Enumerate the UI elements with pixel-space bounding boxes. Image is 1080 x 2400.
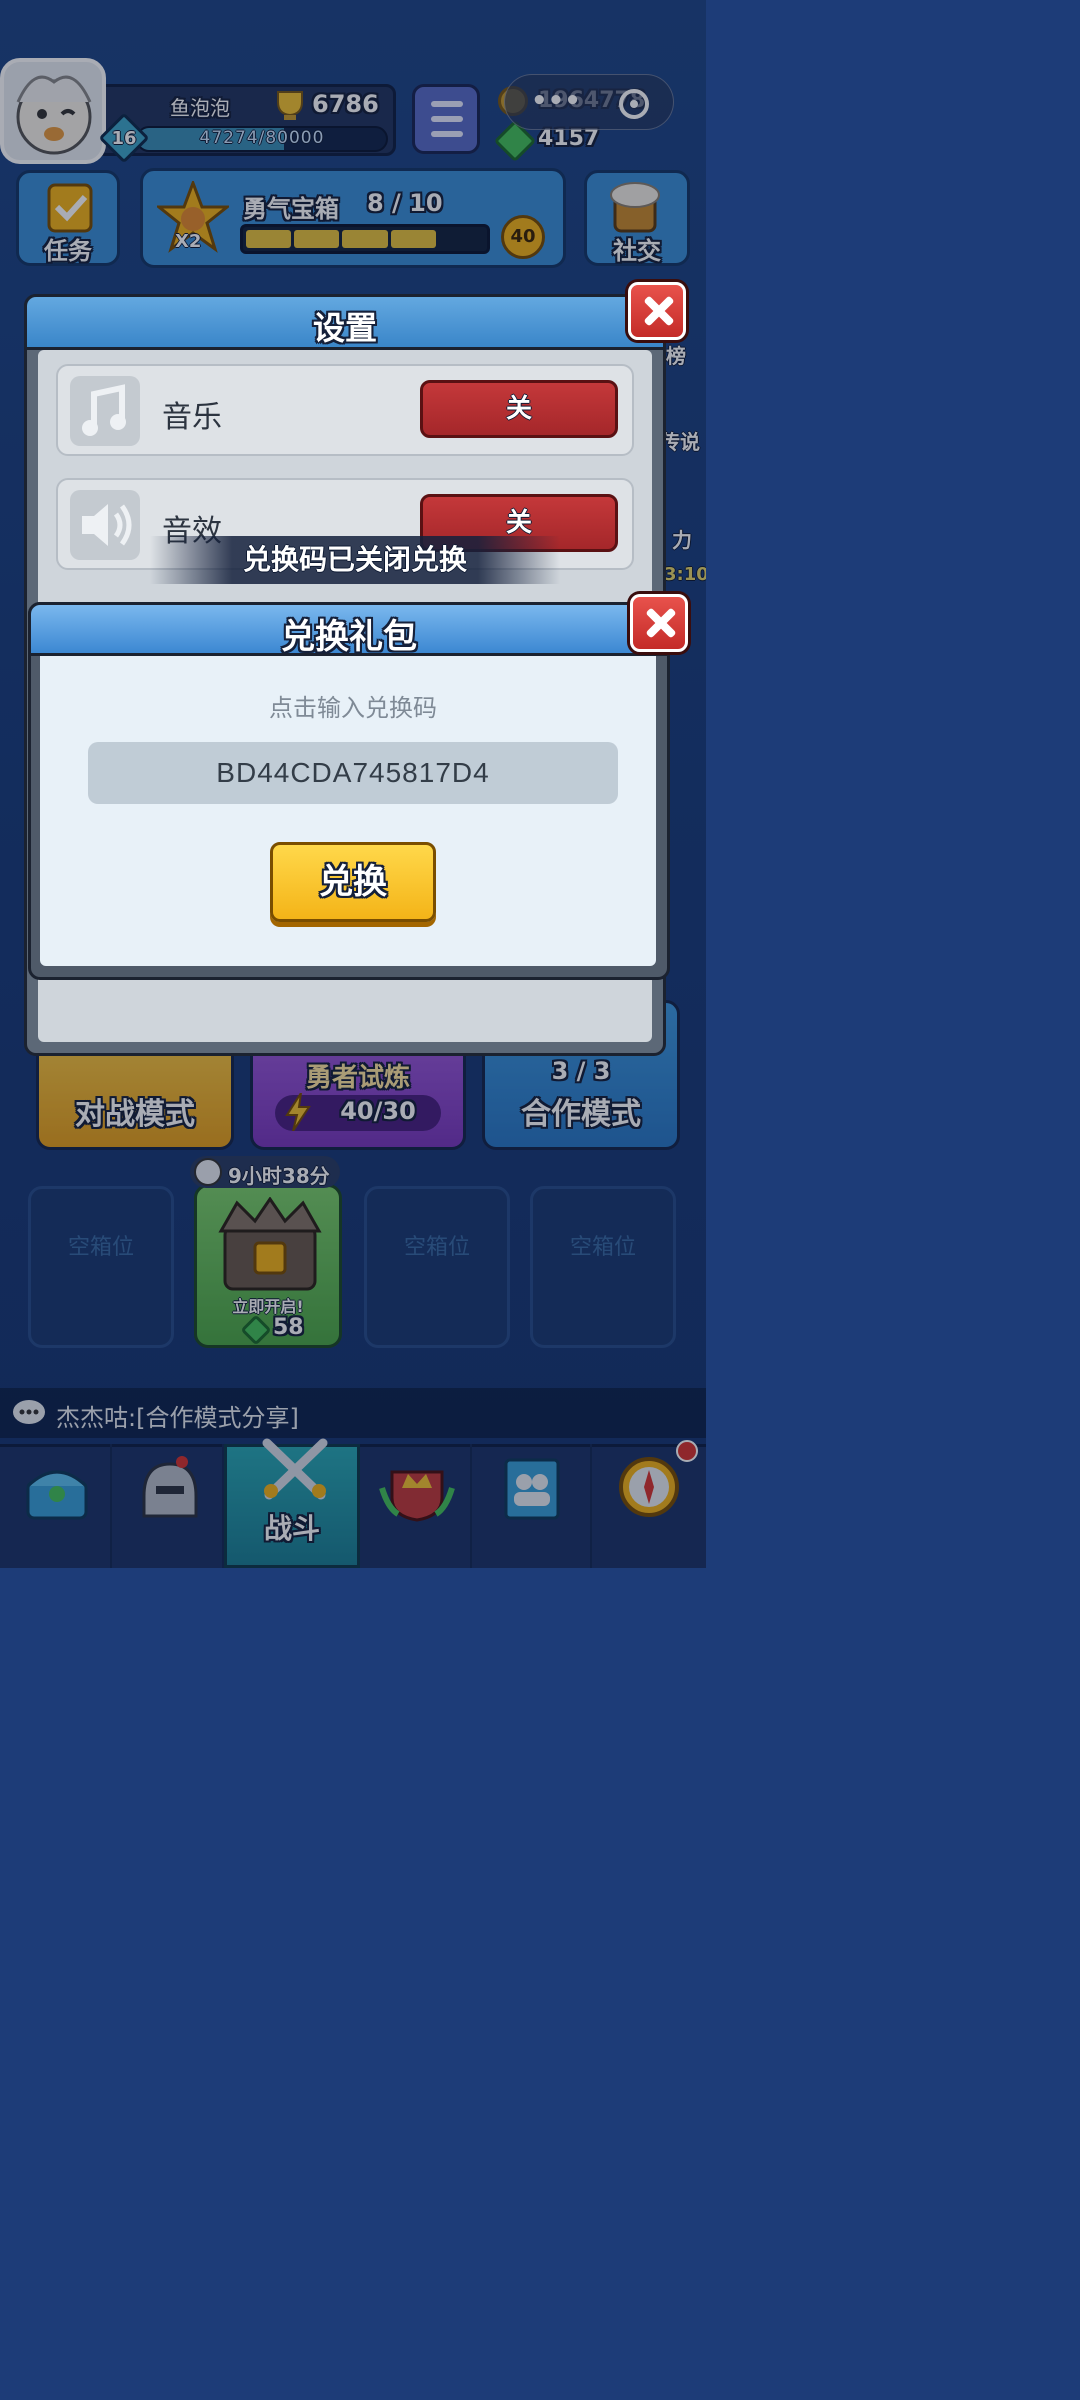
redeem-code-input[interactable]: BD44CDA745817D4 (88, 742, 618, 804)
speaker-icon (70, 490, 140, 560)
settings-close-button[interactable] (628, 282, 686, 340)
gift-header: 兑换礼包 (28, 602, 670, 657)
music-toggle[interactable]: 关 (420, 380, 618, 438)
gift-title: 兑换礼包 (281, 617, 417, 657)
settings-title: 设置 (312, 309, 377, 347)
toast-message: 兑换码已关闭兑换 (150, 536, 560, 584)
gift-prompt: 点击输入兑换码 (269, 694, 437, 722)
settings-row-music: 音乐 关 (56, 364, 634, 456)
music-label: 音乐 (162, 400, 222, 435)
gift-close-button[interactable] (630, 594, 688, 652)
redeem-button[interactable]: 兑换 (270, 842, 436, 922)
settings-header: 设置 (24, 294, 666, 350)
music-note-icon (70, 376, 140, 446)
